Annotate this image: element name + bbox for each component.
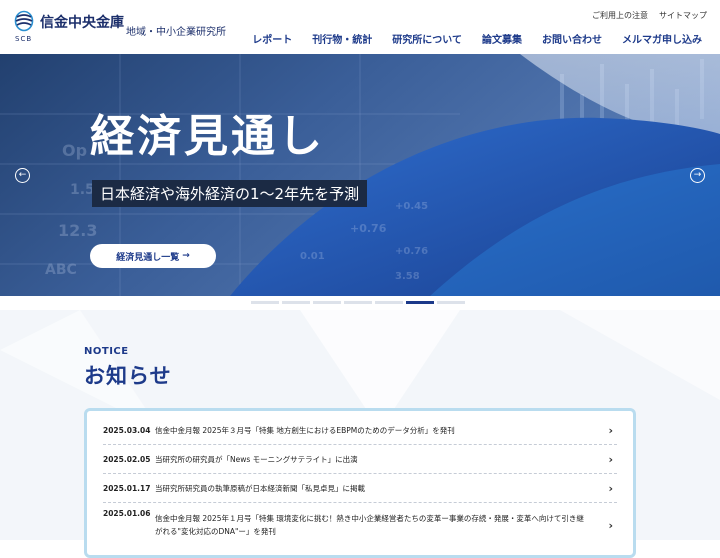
notice-text: 当研究所研究員の執筆原稿が日本経済新聞「私見卓見」に掲載 [155, 483, 365, 493]
notice-item[interactable]: 2025.03.04 信金中金月報 2025年３月号「特集 地方創生におけるEB… [103, 417, 617, 445]
hero-title: 経済見通し [90, 111, 325, 162]
notice-item[interactable]: 2025.02.05 当研究所の研究員が「News モーニングサテライト」に出演… [103, 445, 617, 474]
notice-date: 2025.01.17 [103, 483, 151, 493]
slider-dot[interactable] [313, 301, 341, 304]
slider-dot[interactable] [406, 301, 434, 304]
site-header: SCB 信金中央金庫 地域・中小企業研究所 ご利用上の注意 サイトマップ レポー… [0, 0, 720, 54]
chevron-right-icon: › [608, 452, 613, 466]
notice-item[interactable]: 2025.01.17 当研究所研究員の執筆原稿が日本経済新聞「私見卓見」に掲載 … [103, 474, 617, 503]
logo-subtitle: 地域・中小企業研究所 [126, 27, 226, 38]
hero-bg-text: ABC [45, 262, 77, 278]
hero-subtitle: 日本経済や海外経済の1〜2年先を予測 [92, 180, 368, 207]
hero-list-button[interactable]: 経済見通し一覧 → [90, 244, 216, 268]
notice-text: 信金中金月報 2025年３月号「特集 地方創生におけるEBPMのためのデータ分析… [155, 426, 455, 435]
hero-bg-text: +0.76 [395, 246, 428, 257]
notice-list: 2025.03.04 信金中金月報 2025年３月号「特集 地方創生におけるEB… [84, 408, 636, 558]
hero-bg-text: +0.45 [395, 201, 428, 212]
chevron-right-icon: › [608, 424, 613, 437]
nav-item-papers[interactable]: 論文募集 [482, 31, 522, 46]
logo-mark-icon [14, 10, 34, 32]
notice-date: 2025.03.04 [103, 426, 151, 435]
notice-date: 2025.02.05 [103, 454, 151, 464]
util-link-notes[interactable]: ご利用上の注意 [592, 10, 648, 21]
notice-text: 信金中金月報 2025年１月号「特集 環境変化に挑む！熱き中小企業経営者たちの変… [155, 514, 584, 536]
hero-bg-text: 3.58 [395, 271, 420, 282]
util-link-sitemap[interactable]: サイトマップ [659, 10, 707, 21]
arrow-right-icon: → [182, 251, 190, 261]
arrow-left-icon: ← [18, 170, 27, 180]
hero-bg-text: 12.3 [58, 221, 97, 240]
next-slide-button[interactable]: → [690, 168, 705, 183]
site-logo[interactable]: SCB 信金中央金庫 地域・中小企業研究所 [14, 10, 226, 44]
nav-item-reports[interactable]: レポート [252, 31, 292, 46]
slider-dot[interactable] [251, 301, 279, 304]
hero-bg-text: 0.01 [300, 251, 325, 262]
notice-text: 当研究所の研究員が「News モーニングサテライト」に出演 [155, 454, 358, 464]
notice-label-en: NOTICE [84, 346, 129, 357]
notice-item[interactable]: 2025.01.06 信金中金月報 2025年１月号「特集 環境変化に挑む！熱き… [103, 503, 617, 547]
hero-bg-text: Op [62, 141, 87, 160]
chevron-right-icon: › [608, 518, 613, 532]
nav-item-about[interactable]: 研究所について [392, 31, 462, 46]
hero-list-button-label: 経済見通し一覧 [116, 252, 180, 263]
nav-item-contact[interactable]: お問い合わせ [542, 31, 602, 46]
prev-slide-button[interactable]: ← [15, 168, 30, 183]
hero-bg-text: +0.76 [350, 222, 387, 235]
notice-title: お知らせ [84, 364, 172, 388]
chevron-right-icon: › [608, 481, 613, 495]
logo-abbr: SCB [15, 35, 33, 43]
logo-name: 信金中央金庫 [40, 15, 124, 31]
slider-dots [251, 301, 465, 304]
hero-slider[interactable]: Op 1.54 12.3 +0.76 +0.76 0.01 +0.45 ABC … [0, 54, 720, 296]
slider-dot[interactable] [344, 301, 372, 304]
main-nav: レポート 刊行物・統計 研究所について 論文募集 お問い合わせ メルマガ申し込み [252, 31, 702, 46]
nav-item-publications[interactable]: 刊行物・統計 [312, 31, 372, 46]
slider-dot[interactable] [437, 301, 465, 304]
notice-date: 2025.01.06 [103, 509, 151, 518]
nav-item-newsletter[interactable]: メルマガ申し込み [622, 31, 702, 46]
slider-dot[interactable] [282, 301, 310, 304]
arrow-right-icon: → [693, 170, 702, 180]
slider-dot[interactable] [375, 301, 403, 304]
